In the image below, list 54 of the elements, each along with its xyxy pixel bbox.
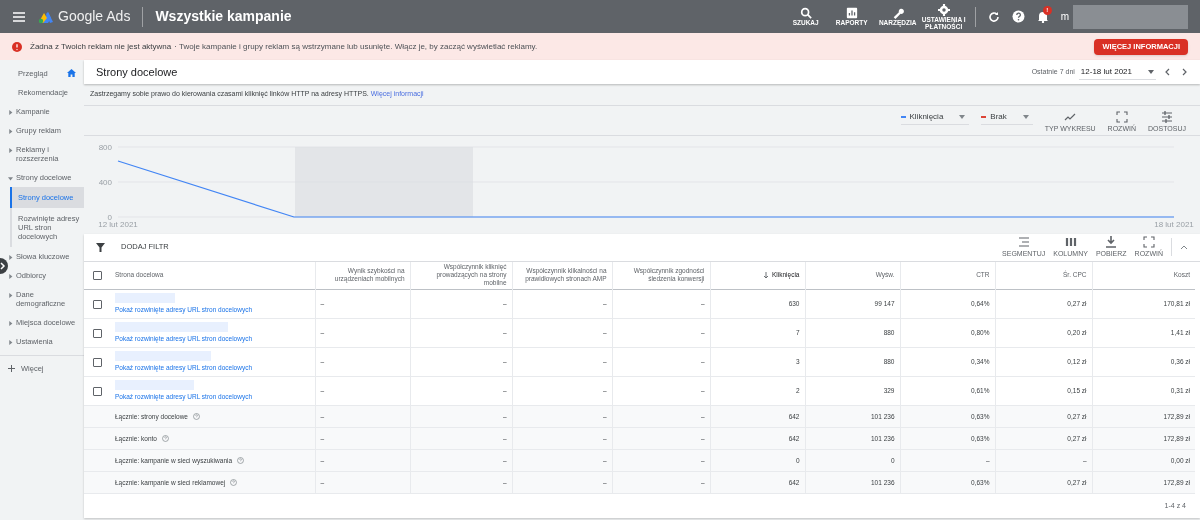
dropdown-arrow-icon <box>1148 69 1154 74</box>
columns-icon <box>1064 236 1077 248</box>
chevron-left-icon <box>1164 68 1170 76</box>
chevron-up-icon <box>1180 244 1188 250</box>
y-axis-label: 800 <box>98 142 112 152</box>
bar-chart-icon <box>845 7 858 19</box>
home-icon <box>67 69 76 77</box>
error-icon <box>12 41 22 52</box>
checkbox[interactable] <box>93 386 102 396</box>
help-icon <box>193 413 200 420</box>
page-heading: Wszystkie kampanie <box>155 7 292 26</box>
help-icon <box>161 435 169 442</box>
checkbox[interactable] <box>93 357 102 367</box>
dropdown-arrow-icon <box>959 115 966 119</box>
refresh-icon <box>987 10 1000 23</box>
page-title: Strony docelowe <box>96 64 178 80</box>
segment-icon <box>1017 236 1030 248</box>
help-icon <box>237 457 245 464</box>
expand-icon <box>1142 236 1155 248</box>
search-icon <box>799 7 812 19</box>
bell-icon <box>1036 10 1049 23</box>
y-axis-label: 0 <box>107 212 112 222</box>
checkbox[interactable] <box>93 271 102 281</box>
refresh-button[interactable] <box>987 10 1000 23</box>
download-icon <box>1105 236 1118 248</box>
wrench-icon <box>891 7 904 19</box>
help-button[interactable] <box>1011 10 1025 23</box>
product-name: Google Ads <box>58 7 131 26</box>
filter-icon <box>96 242 105 252</box>
y-axis-label: 400 <box>98 177 112 187</box>
expand-icon <box>1115 110 1128 123</box>
menu-icon <box>12 10 26 23</box>
collapse-button[interactable] <box>1180 244 1188 250</box>
alert-title: Żadna z Twoich reklam nie jest aktywna <box>30 40 172 53</box>
checkbox[interactable] <box>93 328 102 338</box>
dropdown-arrow-icon <box>1022 115 1029 119</box>
account-initial: m <box>1060 10 1069 24</box>
help-icon <box>1011 10 1025 23</box>
x-axis-label: 12 lut 2021 <box>98 219 138 229</box>
checkbox[interactable] <box>93 299 102 309</box>
date-range-dropdown[interactable]: 12-18 lut 2021 <box>1078 64 1156 80</box>
previous-period-button[interactable] <box>1164 68 1170 76</box>
x-axis-label: 18 lut 2021 <box>1154 219 1194 229</box>
help-icon <box>230 479 238 486</box>
sliders-icon <box>1161 110 1173 123</box>
metric-selector[interactable]: Brak <box>981 110 1033 125</box>
chevron-right-icon <box>0 262 7 270</box>
metric-selector[interactable]: Kliknięcia <box>900 110 970 125</box>
settings-icon <box>937 3 950 16</box>
chevron-right-icon <box>1182 68 1188 76</box>
sort-arrow-icon <box>763 272 770 280</box>
next-period-button[interactable] <box>1182 68 1188 76</box>
alert-message: · Twoje kampanie i grupy reklam są wstrzymane lub usunięte. Włącz je, by zacząć wyświetlać reklamy. <box>174 40 538 53</box>
plus-icon <box>8 365 15 372</box>
